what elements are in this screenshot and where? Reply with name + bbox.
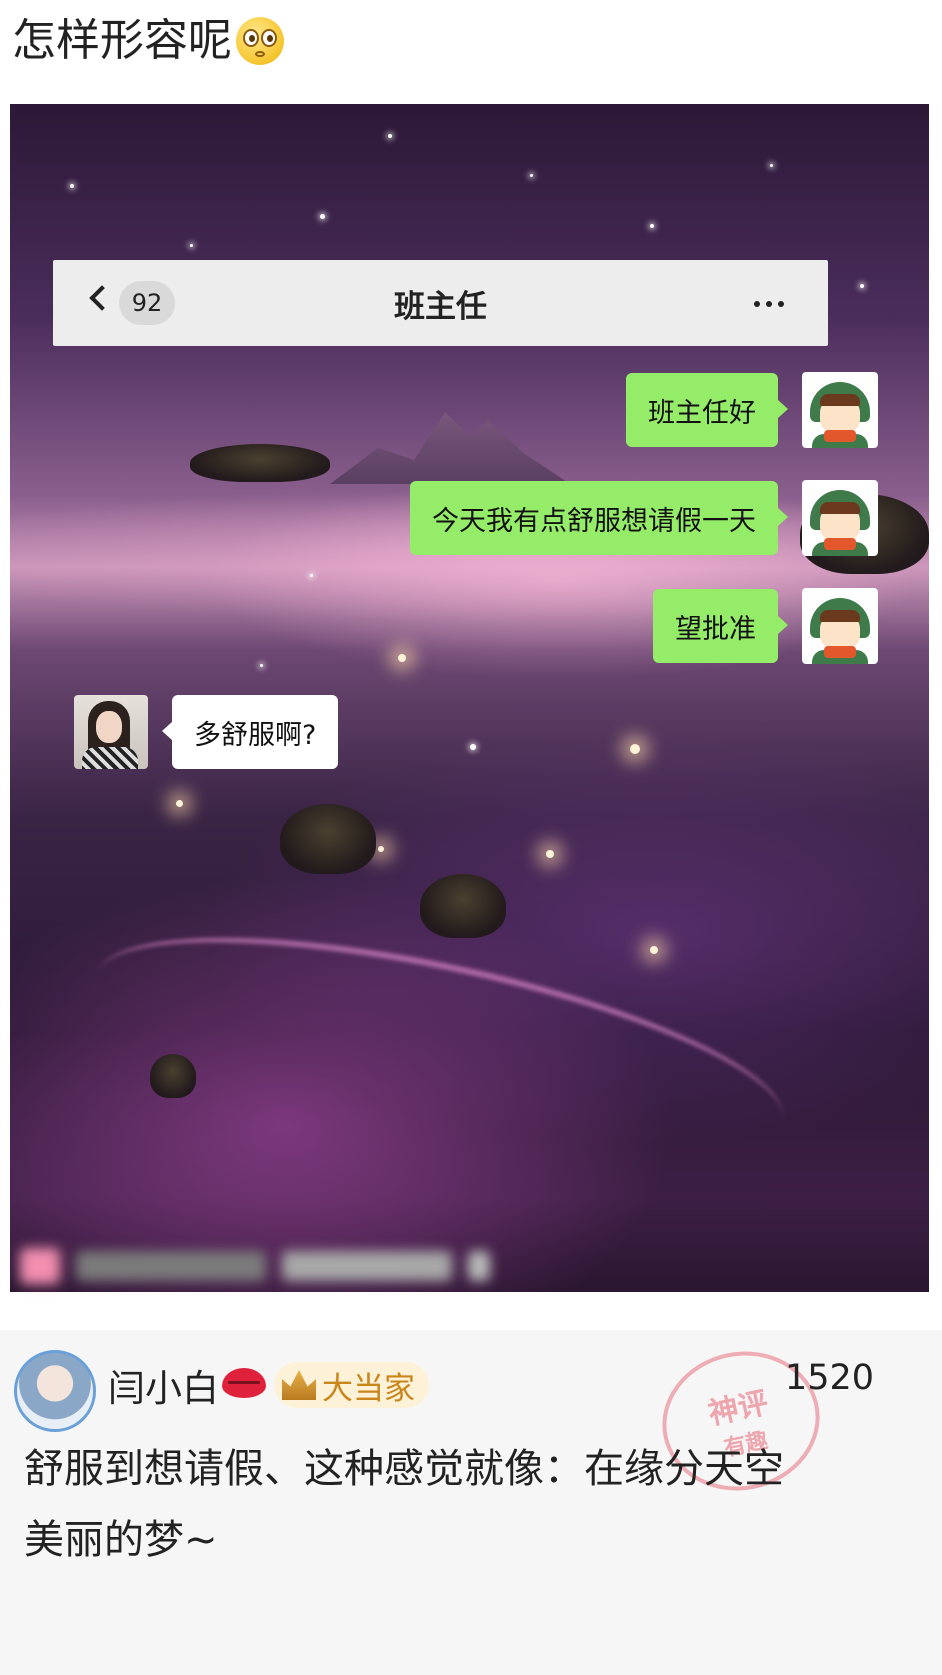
lips-icon <box>222 1368 266 1398</box>
comment-username[interactable]: 闫小白 <box>108 1360 219 1410</box>
message-sent: 班主任好 <box>626 372 878 448</box>
message-bubble[interactable]: 班主任好 <box>626 373 788 447</box>
post-title: 怎样形容呢 <box>12 15 232 66</box>
avatar[interactable] <box>74 695 148 769</box>
flushed-face-icon <box>236 17 284 65</box>
like-count[interactable]: 1520 <box>785 1358 874 1398</box>
chat-title: 班主任 <box>394 288 487 325</box>
message-sent: 今天我有点舒服想请假一天 <box>410 480 878 556</box>
blurred-source-tag <box>20 1244 540 1288</box>
rank-badge: 大当家 <box>274 1362 429 1408</box>
message-sent: 望批准 <box>653 588 878 664</box>
rank-label: 大当家 <box>322 1370 415 1407</box>
message-bubble[interactable]: 多舒服啊? <box>161 695 339 769</box>
avatar[interactable] <box>14 1350 96 1432</box>
crown-icon <box>282 1370 316 1400</box>
message-received: 多舒服啊? <box>74 695 339 769</box>
message-bubble[interactable]: 望批准 <box>653 589 788 663</box>
post-title-row: 怎样形容呢 <box>12 10 284 72</box>
avatar[interactable] <box>802 372 878 448</box>
avatar[interactable] <box>802 480 878 556</box>
comment-text: 舒服到想请假、这种感觉就像：在缘分天空 美丽的梦~ <box>24 1446 784 1563</box>
more-icon[interactable] <box>754 301 784 307</box>
top-comment: 闫小白 大当家 神评 有趣 1520 舒服到想请假、这种感觉就像：在缘分天空 美… <box>0 1330 942 1675</box>
avatar[interactable] <box>802 588 878 664</box>
chat-header: 92 班主任 <box>53 260 828 346</box>
message-bubble[interactable]: 今天我有点舒服想请假一天 <box>410 481 788 555</box>
